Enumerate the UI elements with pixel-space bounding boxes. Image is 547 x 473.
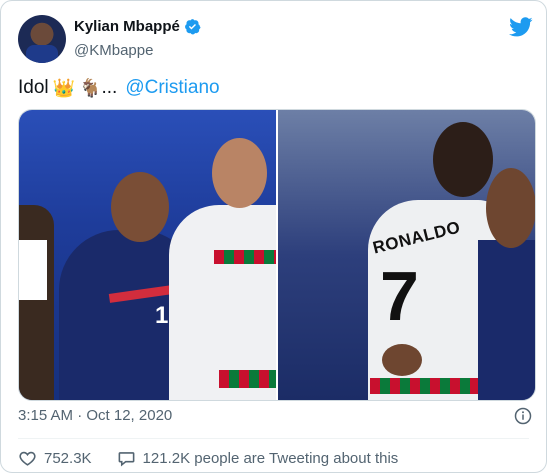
twitter-bird-icon[interactable] — [509, 15, 533, 39]
player-right-head — [212, 138, 267, 208]
hand — [382, 344, 422, 376]
heart-icon[interactable] — [18, 449, 37, 468]
player-left-head — [111, 172, 169, 242]
conversation-stat[interactable]: 121.2K people are Tweeting about this — [117, 449, 399, 468]
author-name-row[interactable]: Kylian Mbappé — [74, 18, 201, 35]
like-stat[interactable]: 752.3K — [18, 449, 92, 468]
author-display-name[interactable]: Kylian Mbappé — [74, 18, 180, 35]
crown-emoji: 👑 — [52, 77, 76, 98]
info-icon[interactable] — [514, 407, 532, 425]
verified-badge-icon — [184, 19, 201, 35]
player-far-left-shirt — [19, 240, 47, 300]
player-back-stripe — [370, 378, 490, 394]
player-right-stripe-2 — [219, 370, 276, 388]
photo-right[interactable]: RONALDO 7 — [278, 110, 535, 400]
author-handle[interactable]: @KMbappe — [74, 42, 153, 59]
tweeting-about-text: 121.2K people are Tweeting about this — [142, 450, 399, 467]
player-front-body — [478, 240, 535, 400]
photo-left[interactable]: 10 — [19, 110, 276, 400]
stats-divider — [18, 438, 529, 439]
tweet-timestamp[interactable]: 3:15 AM · Oct 12, 2020 — [18, 407, 172, 424]
tweet-text: Idol 👑 🐐 ... @Cristiano — [18, 77, 220, 99]
speech-bubble-icon[interactable] — [117, 449, 136, 468]
tweet-body: Idol — [18, 77, 49, 98]
goat-emoji: 🐐 — [79, 77, 102, 98]
player-front-head — [486, 168, 535, 248]
jersey-number-right: 7 — [380, 257, 419, 335]
tweet-media[interactable]: 10 RONALDO 7 — [18, 109, 536, 401]
avatar[interactable] — [18, 15, 66, 63]
player-right-stripe — [214, 250, 276, 264]
player-far-left — [19, 205, 54, 400]
tweet-stats: 752.3K 121.2K people are Tweeting about … — [18, 449, 398, 468]
player-back-head — [433, 122, 493, 197]
tweet-ellipsis: ... — [101, 77, 118, 98]
tweet-card[interactable]: Kylian Mbappé @KMbappe Idol 👑 🐐 ... @Cri… — [0, 0, 547, 473]
like-count: 752.3K — [44, 450, 92, 467]
mention-link[interactable]: @Cristiano — [125, 77, 219, 99]
